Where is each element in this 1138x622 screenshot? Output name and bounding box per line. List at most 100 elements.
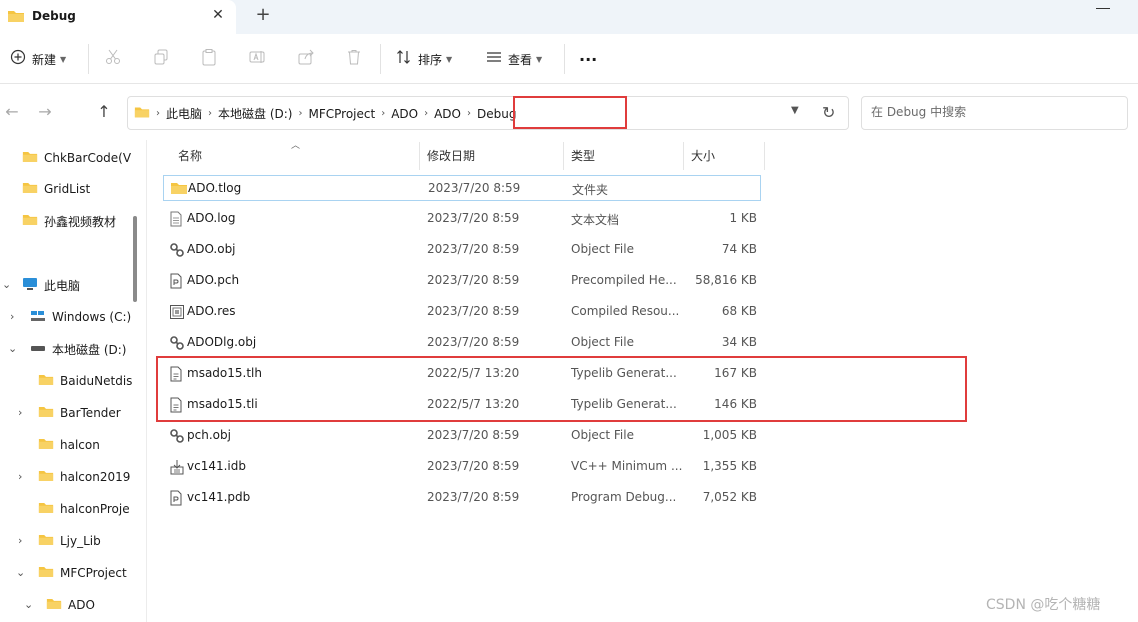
file-size: 34 KB [721,335,757,349]
chevron-right-icon[interactable]: › [156,108,160,119]
chevron-down-icon[interactable]: ⌄ [24,598,33,611]
new-tab-button[interactable]: + [254,4,272,26]
sort-icon [396,49,412,69]
sidebar-item-label: GridList [44,182,91,196]
new-button[interactable]: 新建 ▼ [10,46,66,72]
folder-icon [38,469,54,485]
highlight-box-debug [513,96,627,129]
copy-button[interactable] [152,46,170,72]
file-row[interactable]: ADO.tlog 2023/7/20 8:59 文件夹 [163,175,761,201]
cut-button[interactable] [104,46,122,72]
sidebar-item-label: Windows (C:) [52,310,132,324]
sidebar-item-label: halconProje [60,502,130,516]
drive-icon [30,342,46,356]
copy-icon [152,48,170,70]
file-row[interactable]: ADO.obj 2023/7/20 8:59 Object File 74 KB [163,237,761,263]
column-header-size[interactable]: 大小 [676,142,765,170]
breadcrumb-ado[interactable]: ADO [391,107,418,121]
folder-icon [38,533,54,549]
chevron-right-icon[interactable]: › [10,310,14,323]
sidebar-scrollbar[interactable] [133,216,137,302]
sidebar-item-windows-c[interactable]: Windows (C:) [30,305,131,329]
watermark: CSDN @吃个糖糖 [986,597,1101,613]
file-row[interactable]: pch.obj 2023/7/20 8:59 Object File 1,005… [163,423,761,449]
sort-button[interactable]: 排序 ▼ [396,46,452,72]
object-file-icon [169,242,185,261]
sidebar-item-ado[interactable]: ADO [46,593,95,617]
share-icon [297,48,315,70]
file-date: 2023/7/20 8:59 [427,242,520,256]
chevron-down-icon[interactable]: ⌄ [2,278,11,291]
file-type: 文本文档 [571,213,620,227]
paste-button[interactable] [200,46,218,72]
sidebar-item-ljy-lib[interactable]: Ljy_Lib [38,529,101,553]
breadcrumb-ado-sub[interactable]: ADO [434,107,461,121]
share-button[interactable] [297,46,315,72]
sidebar-item-bartender[interactable]: BarTender [38,401,121,425]
tab-debug[interactable]: Debug ✕ [0,0,236,34]
sidebar-item-gridlist[interactable]: GridList [22,177,90,201]
sidebar-item-halcon[interactable]: halcon [38,433,100,457]
sidebar-item-halcon2019[interactable]: halcon2019 [38,465,130,489]
pch-file-icon [169,273,183,292]
column-header-date[interactable]: 修改日期 [412,142,564,170]
divider [380,44,381,74]
file-size: 1,355 KB [702,459,757,473]
back-button[interactable]: ← [2,101,22,123]
scissors-icon [104,48,122,70]
sidebar-item-this-pc[interactable]: 此电脑 [22,273,80,297]
file-name: pch.obj [187,428,231,442]
chevron-right-icon[interactable]: › [467,108,471,119]
chevron-right-icon[interactable]: › [18,406,22,419]
breadcrumb-mfcproject[interactable]: MFCProject [308,107,375,121]
file-row[interactable]: ADO.log 2023/7/20 8:59 文本文档 1 KB [163,206,761,232]
file-type: Object File [571,335,634,349]
chevron-right-icon[interactable]: › [381,108,385,119]
minimize-button[interactable] [1096,8,1110,9]
chevron-down-icon[interactable]: ⌄ [16,566,25,579]
file-row[interactable]: ADODlg.obj 2023/7/20 8:59 Object File 34… [163,330,761,356]
breadcrumb-this-pc[interactable]: 此电脑 [166,105,202,122]
chevron-right-icon[interactable]: › [18,534,22,547]
chevron-right-icon[interactable]: › [424,108,428,119]
file-date: 2023/7/20 8:59 [428,181,521,195]
search-input[interactable] [871,105,1111,119]
address-bar[interactable]: › 此电脑 › 本地磁盘 (D:) › MFCProject › ADO › A… [127,96,849,130]
refresh-icon[interactable]: ↻ [822,103,835,122]
file-row[interactable]: ADO.pch 2023/7/20 8:59 Precompiled He...… [163,268,761,294]
file-row[interactable]: vc141.pdb 2023/7/20 8:59 Program Debug..… [163,485,761,511]
file-row[interactable]: vc141.idb 2023/7/20 8:59 VC++ Minimum ..… [163,454,761,480]
file-type: Program Debug... [571,490,677,504]
sidebar-item-halconproject[interactable]: halconProje [38,497,130,521]
rename-button[interactable] [248,46,266,72]
close-icon[interactable]: ✕ [209,6,227,24]
view-button[interactable]: 查看 ▼ [486,46,542,72]
up-button[interactable]: ↑ [94,101,114,123]
sidebar-item-chkbarcode[interactable]: ChkBarCode(V [22,146,131,170]
delete-button[interactable] [345,46,363,72]
search-box[interactable] [861,96,1128,130]
sidebar-item-label: halcon [60,438,100,452]
navigation-pane: ChkBarCode(V GridList 孙鑫视频教材 ⌄ 此电脑 › Win… [0,140,146,622]
chevron-down-icon[interactable]: ⌄ [8,342,17,355]
file-row[interactable]: ADO.res 2023/7/20 8:59 Compiled Resou...… [163,299,761,325]
breadcrumb-debug[interactable]: Debug [477,107,516,121]
idb-file-icon [169,459,185,478]
forward-button[interactable]: → [35,101,55,123]
chevron-down-icon: ▼ [446,54,453,64]
sidebar-item-drive-d[interactable]: 本地磁盘 (D:) [30,337,126,361]
breadcrumb-drive-d[interactable]: 本地磁盘 (D:) [218,105,292,122]
rename-icon [248,48,266,70]
pane-divider[interactable] [146,140,147,622]
more-options-button[interactable]: ··· [579,46,597,72]
chevron-right-icon[interactable]: › [208,108,212,119]
sidebar-item-mfcproject[interactable]: MFCProject [38,561,127,585]
chevron-down-icon[interactable]: ▼ [791,105,799,116]
file-type: 文件夹 [572,183,609,197]
chevron-right-icon[interactable]: › [18,470,22,483]
column-header-type[interactable]: 类型 [556,142,684,170]
sidebar-item-baidunetdisk[interactable]: BaiduNetdis [38,369,132,393]
sidebar-item-sunxin[interactable]: 孙鑫视频教材 [22,209,116,233]
chevron-right-icon[interactable]: › [298,108,302,119]
file-date: 2023/7/20 8:59 [427,304,520,318]
